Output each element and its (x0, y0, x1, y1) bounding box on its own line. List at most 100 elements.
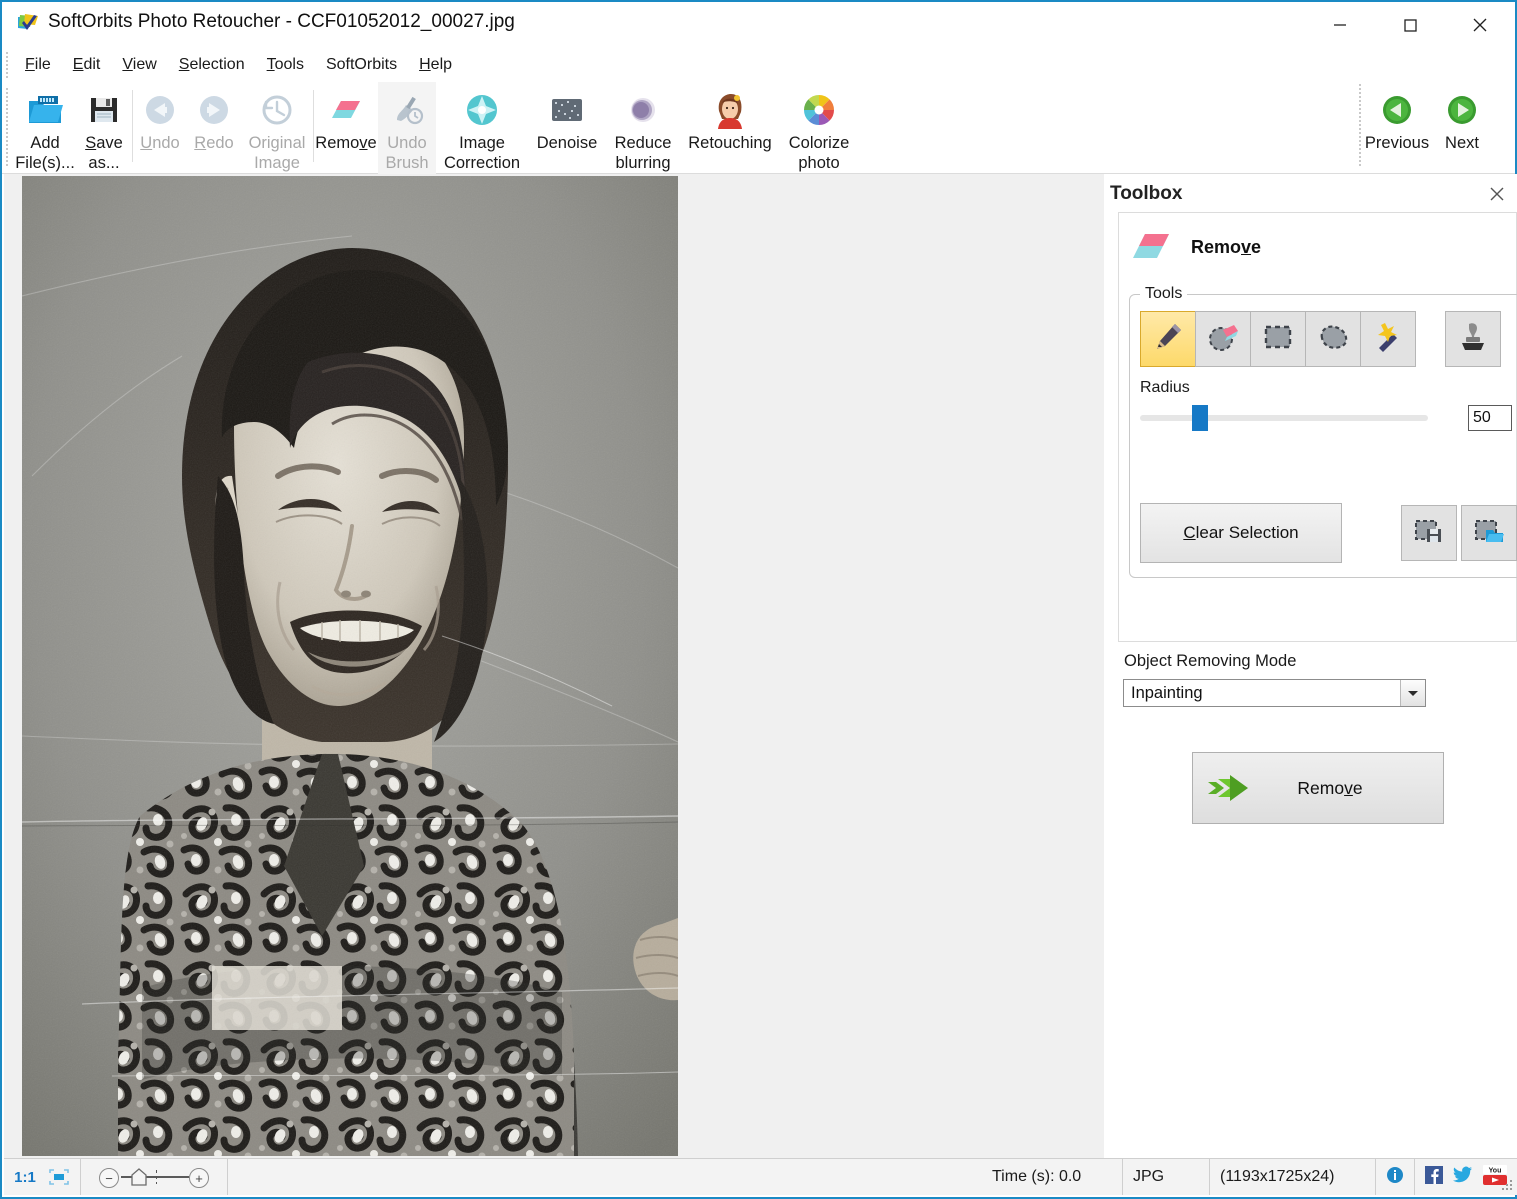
radius-slider-thumb[interactable] (1192, 405, 1208, 431)
next-green-arrow-icon (1446, 88, 1478, 132)
menu-item-view[interactable]: View (111, 53, 167, 77)
next-button[interactable]: Next (1433, 82, 1491, 174)
stamp-icon (1458, 321, 1488, 358)
radius-slider-track (1140, 415, 1428, 421)
chevron-down-icon[interactable] (1400, 680, 1425, 706)
pencil-icon (1151, 320, 1185, 359)
app-logo-icon (16, 13, 40, 37)
clear-selection-button[interactable]: Clear Selection (1140, 503, 1342, 563)
image-canvas-area[interactable] (4, 174, 1104, 1160)
eraser-icon (1127, 225, 1175, 269)
radius-slider[interactable] (1140, 405, 1428, 431)
close-button[interactable] (1445, 2, 1515, 48)
time-status: Time (s): 0.0 (982, 1159, 1123, 1195)
magic-wand-tool-button[interactable] (1360, 311, 1416, 367)
undo-brush-label: Undo Brush (385, 133, 428, 173)
add-files-button[interactable]: Add File(s)... (14, 82, 76, 174)
menu-bar: File Edit View Selection Tools SoftOrbit… (2, 48, 1515, 82)
tool-header: Remove (1119, 213, 1516, 269)
object-removing-mode-select[interactable]: Inpainting (1123, 679, 1426, 707)
colorize-photo-label: Colorize photo (789, 133, 850, 173)
fit-to-screen-icon[interactable] (42, 1168, 76, 1186)
zoom-1to1-button[interactable]: 1:1 (8, 1169, 42, 1186)
image-correction-button[interactable]: Image Correction (436, 82, 528, 174)
object-removing-mode-label: Object Removing Mode (1124, 652, 1296, 671)
radius-label: Radius (1140, 379, 1517, 397)
eraser-round-icon (1206, 320, 1240, 359)
original-image-label: Original Image (249, 133, 306, 173)
undo-brush-icon (390, 88, 424, 132)
tools-group-legend: Tools (1140, 285, 1187, 303)
denoise-label: Denoise (537, 133, 598, 153)
add-files-icon (26, 88, 64, 132)
menu-item-edit[interactable]: Edit (62, 53, 112, 77)
reduce-blurring-button[interactable]: Reduce blurring (606, 82, 680, 174)
denoise-button[interactable]: Denoise (528, 82, 606, 174)
eraser-tool-button[interactable] (1195, 311, 1251, 367)
title-bar: SoftOrbits Photo Retoucher - CCF01052012… (2, 2, 1515, 48)
add-files-label: Add File(s)... (15, 133, 75, 173)
retouching-label: Retouching (688, 133, 771, 153)
facebook-icon[interactable] (1425, 1166, 1443, 1189)
undo-brush-button[interactable]: Undo Brush (378, 82, 436, 174)
resize-grip-icon[interactable] (1500, 1178, 1514, 1192)
brush-tool-button[interactable] (1140, 311, 1196, 367)
save-as-button[interactable]: Saveas... (76, 82, 132, 174)
image-correction-label: Image Correction (444, 133, 520, 173)
save-selection-button[interactable] (1401, 505, 1457, 561)
menu-item-softorbits[interactable]: SoftOrbits (315, 53, 408, 77)
toolbox-title: Toolbox (1110, 183, 1182, 205)
radius-input[interactable] (1468, 405, 1512, 431)
dimensions-status: (1193x1725x24) (1210, 1159, 1376, 1195)
previous-button[interactable]: Previous (1361, 82, 1433, 174)
selection-io-buttons (1397, 505, 1517, 561)
load-selection-button[interactable] (1461, 505, 1517, 561)
twitter-icon[interactable] (1453, 1166, 1473, 1189)
original-image-button[interactable]: Original Image (241, 82, 313, 174)
redo-arrow-icon (197, 88, 231, 132)
colorize-photo-button[interactable]: Colorize photo (780, 82, 858, 174)
zoom-home-icon[interactable] (131, 1167, 147, 1187)
remove-tool-label: Remove (315, 133, 376, 153)
clock-history-icon (260, 88, 294, 132)
object-removing-mode-value: Inpainting (1131, 684, 1203, 703)
info-icon[interactable] (1386, 1166, 1404, 1189)
save-as-label: Saveas... (85, 133, 123, 173)
zoom-buttons-cell: 1:1 (4, 1159, 81, 1195)
image-correction-icon (463, 88, 501, 132)
photo-image[interactable] (22, 176, 678, 1156)
remove-tool-panel: Remove Tools (1118, 212, 1517, 642)
undo-button[interactable]: Undo (133, 82, 187, 174)
menu-item-file[interactable]: File (14, 53, 62, 77)
zoom-out-button[interactable]: − (99, 1168, 119, 1188)
save-as-icon (88, 88, 120, 132)
remove-tool-button[interactable]: Remove (314, 82, 378, 174)
menu-item-selection[interactable]: Selection (168, 53, 256, 77)
menu-item-tools[interactable]: Tools (256, 53, 315, 77)
previous-label: Previous (1365, 133, 1429, 153)
save-selection-icon (1413, 517, 1445, 550)
zoom-in-button[interactable]: + (189, 1168, 209, 1188)
zoom-slider[interactable]: − + (99, 1166, 209, 1188)
close-icon[interactable] (1485, 182, 1509, 206)
next-label: Next (1445, 133, 1479, 153)
stamp-tool-button[interactable] (1445, 311, 1501, 367)
tool-header-label: Remove (1191, 237, 1261, 258)
retouching-button[interactable]: Retouching (680, 82, 780, 174)
window-title: SoftOrbits Photo Retoucher - CCF01052012… (48, 11, 515, 33)
window-controls (1305, 2, 1515, 48)
application-window: SoftOrbits Photo Retoucher - CCF01052012… (0, 0, 1517, 1199)
lasso-icon (1316, 322, 1350, 357)
lasso-select-tool-button[interactable] (1305, 311, 1361, 367)
info-cell (1376, 1159, 1415, 1195)
eraser-icon (329, 88, 363, 132)
tools-row (1140, 311, 1517, 367)
undo-arrow-icon (143, 88, 177, 132)
menu-item-help[interactable]: Help (408, 53, 463, 77)
redo-button[interactable]: Redo (187, 82, 241, 174)
rectangle-select-tool-button[interactable] (1250, 311, 1306, 367)
remove-action-button[interactable]: Remove (1192, 752, 1444, 824)
minimize-button[interactable] (1305, 2, 1375, 48)
magic-wand-icon (1371, 320, 1405, 359)
maximize-button[interactable] (1375, 2, 1445, 48)
